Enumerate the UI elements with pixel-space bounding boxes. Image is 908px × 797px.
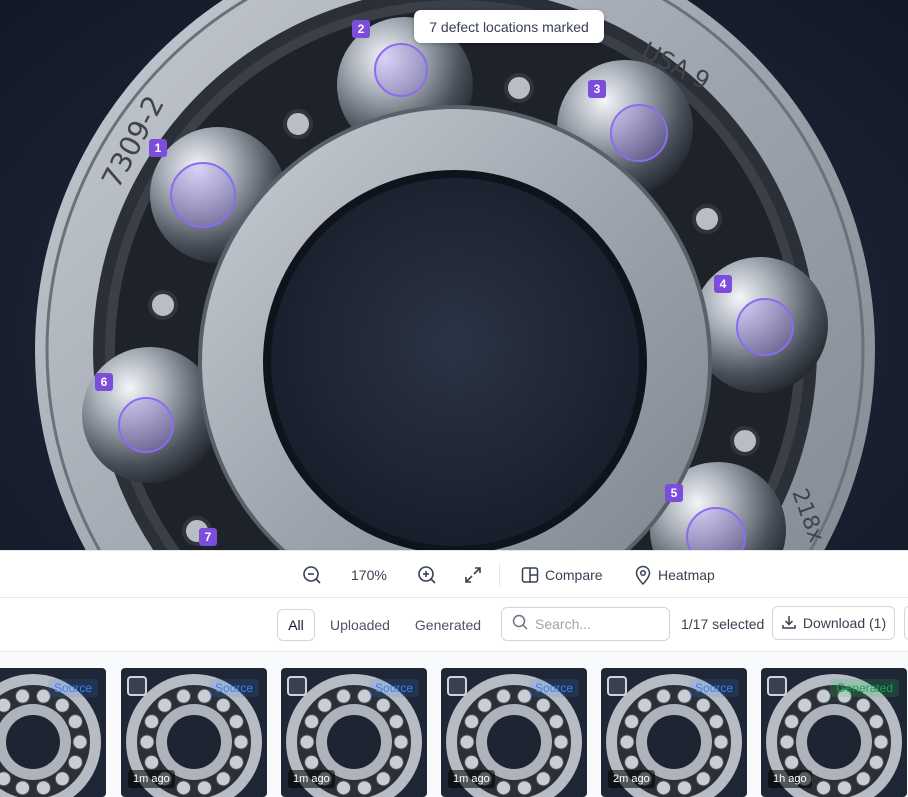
gallery-thumbnail[interactable]: Source 1m ago <box>281 668 427 797</box>
defect-marker-7-badge[interactable]: 7 <box>199 528 217 546</box>
defect-marker-6-badge[interactable]: 6 <box>95 373 113 391</box>
timestamp: 1m ago <box>288 770 335 788</box>
gallery-thumbnail[interactable]: Source 2m ago <box>601 668 747 797</box>
source-badge: Source <box>528 679 579 697</box>
overflow-button[interactable] <box>904 606 908 640</box>
search-box[interactable] <box>501 607 670 641</box>
defect-count-notice: 7 defect locations marked <box>414 10 604 43</box>
select-checkbox[interactable] <box>767 676 787 696</box>
viewer-toolbar: 170% Compare Heatmap <box>0 550 908 598</box>
defect-marker-2-area[interactable] <box>374 43 428 97</box>
image-viewer[interactable]: 7309-2 USA 9 218x 7 defect locations mar… <box>0 0 908 550</box>
download-button[interactable]: Download (1) <box>772 606 895 640</box>
defect-marker-2-badge[interactable]: 2 <box>352 20 370 38</box>
heatmap-label: Heatmap <box>658 567 715 583</box>
zoom-out-icon[interactable] <box>302 563 322 587</box>
map-pin-icon <box>634 565 652 585</box>
tab-all[interactable]: All <box>277 609 315 641</box>
select-checkbox[interactable] <box>607 676 627 696</box>
select-checkbox[interactable] <box>447 676 467 696</box>
selection-count: 1/17 selected <box>681 616 765 632</box>
search-icon <box>512 614 528 635</box>
zoom-in-icon[interactable] <box>417 563 437 587</box>
select-checkbox[interactable] <box>127 676 147 696</box>
defect-marker-1-badge[interactable]: 1 <box>149 139 167 157</box>
columns-icon <box>521 566 539 584</box>
source-badge: Source <box>47 679 98 697</box>
compare-label: Compare <box>545 567 603 583</box>
source-badge: Source <box>688 679 739 697</box>
select-checkbox[interactable] <box>287 676 307 696</box>
download-label: Download (1) <box>802 615 887 631</box>
generated-badge: Generated <box>830 679 899 697</box>
timestamp: 1m ago <box>128 770 175 788</box>
defect-marker-4-area[interactable] <box>736 298 794 356</box>
toolbar-divider <box>499 563 500 587</box>
defect-marker-5-badge[interactable]: 5 <box>665 484 683 502</box>
expand-icon[interactable] <box>463 563 483 587</box>
defect-marker-3-badge[interactable]: 3 <box>588 80 606 98</box>
defect-marker-6-area[interactable] <box>118 397 174 453</box>
defect-marker-3-area[interactable] <box>610 104 668 162</box>
gallery-thumbnail[interactable]: Generated 1h ago <box>761 668 907 797</box>
zoom-level: 170% <box>351 567 387 583</box>
timestamp: 1m ago <box>448 770 495 788</box>
image-gallery: Source go Source 1m ago Source 1m ago So… <box>0 652 908 797</box>
download-icon <box>781 614 797 633</box>
timestamp: 1h ago <box>768 770 812 788</box>
gallery-thumbnail[interactable]: Source go <box>0 668 106 797</box>
tab-generated[interactable]: Generated <box>407 609 489 641</box>
gallery-thumbnail[interactable]: Source 1m ago <box>121 668 267 797</box>
heatmap-button[interactable]: Heatmap <box>634 563 715 587</box>
gallery-thumbnail[interactable]: Source 1m ago <box>441 668 587 797</box>
search-input[interactable] <box>535 616 655 632</box>
bearing-image: 7309-2 USA 9 218x <box>35 0 875 550</box>
source-badge: Source <box>208 679 259 697</box>
source-badge: Source <box>368 679 419 697</box>
defect-marker-1-area[interactable] <box>170 162 236 228</box>
gallery-filter-bar: All Uploaded Generated 1/17 selected Dow… <box>0 598 908 652</box>
timestamp: 2m ago <box>608 770 655 788</box>
compare-button[interactable]: Compare <box>521 563 603 587</box>
tab-uploaded[interactable]: Uploaded <box>323 609 397 641</box>
defect-marker-4-badge[interactable]: 4 <box>714 275 732 293</box>
